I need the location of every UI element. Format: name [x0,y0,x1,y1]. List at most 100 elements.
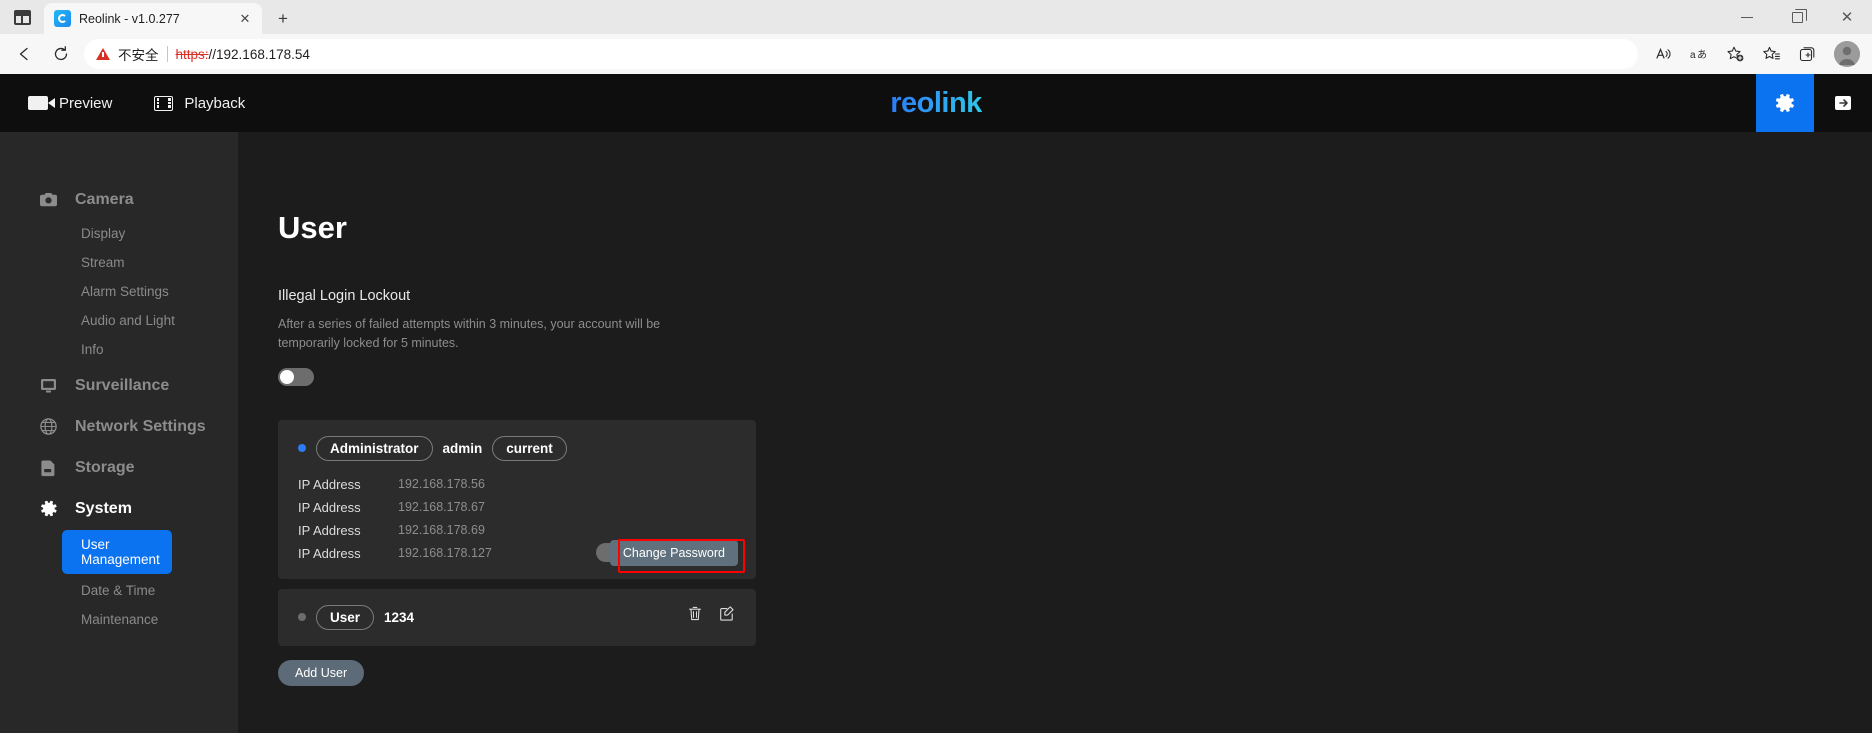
maximize-button[interactable] [1772,0,1822,34]
sidebar-group-storage: Storage [0,448,238,487]
app-header-right [1756,74,1872,132]
logout-arrow-icon [1835,96,1851,110]
close-window-icon: ✕ [1840,8,1854,26]
sidebar-item-alarm-settings[interactable]: Alarm Settings [0,277,238,306]
sidebar-item-user-management[interactable]: User Management [62,530,172,574]
add-user-button[interactable]: Add User [278,659,365,686]
close-icon[interactable]: ✕ [234,8,256,30]
main-content: User Illegal Login Lockout After a serie… [238,132,1872,733]
reolink-app: Preview Playback reolink Camera Display … [0,74,1872,733]
tab-title: Reolink - v1.0.277 [79,11,180,26]
url-scheme: https: [175,46,209,62]
change-password-area: Change Password [595,539,738,566]
sidebar-item-surveillance-label: Surveillance [75,376,170,394]
illegal-login-lockout-label: Illegal Login Lockout [278,288,411,304]
translate-icon: a あ [1690,49,1707,61]
profile-avatar[interactable] [1834,41,1860,67]
split-view-icon [13,9,31,25]
status-dot-offline [298,613,306,622]
sidebar-item-info[interactable]: Info [0,335,238,364]
nav-playback[interactable]: Playback [154,95,245,112]
app-header: Preview Playback reolink [0,74,1872,132]
maximize-icon [1791,8,1807,23]
ip-label: IP Address [298,522,361,538]
sidebar-item-storage[interactable]: Storage [0,448,238,487]
logout-button[interactable] [1814,74,1872,132]
app-body: Camera Display Stream Alarm Settings Aud… [0,132,1872,733]
browser-tab[interactable]: Reolink - v1.0.277 ✕ [44,3,262,34]
sidebar-item-network-settings[interactable]: Network Settings [0,407,238,446]
sidebar-item-camera-label: Camera [75,190,134,208]
gear-icon [1775,94,1794,112]
role-badge-administrator: Administrator [316,435,433,461]
url-host: //192.168.178.54 [208,46,310,62]
close-window-button[interactable]: ✕ [1822,0,1872,34]
page-title: User [278,210,347,245]
illegal-login-lockout-description: After a series of failed attempts within… [278,317,661,351]
edit-icon[interactable] [718,605,736,623]
user-list: Administrator admin current IP Address 1… [278,419,756,646]
minimize-button[interactable] [1722,0,1772,34]
nav-preview-label: Preview [59,94,113,112]
back-button[interactable] [8,38,42,70]
sidebar-item-stream[interactable]: Stream [0,248,238,277]
current-session-badge: current [492,435,567,461]
new-tab-button[interactable]: + [268,4,298,34]
sidebar-group-camera: Camera Display Stream Alarm Settings Aud… [0,180,238,364]
camera-icon [38,189,59,210]
tab-actions-button[interactable] [0,0,44,34]
ip-label: IP Address [298,499,361,515]
not-secure-warning-icon [96,48,110,60]
browser-navbar: 不安全 https://192.168.178.54 a あ [0,34,1872,74]
film-strip-icon [154,95,174,111]
sdcard-icon [38,457,59,478]
sidebar-item-storage-label: Storage [75,458,135,476]
minimize-icon [1741,16,1753,18]
settings-button[interactable] [1756,74,1814,132]
reolink-logo: reolink [0,74,1872,132]
globe-icon [38,416,59,437]
ip-value: 192.168.178.67 [398,500,485,515]
sidebar-item-display[interactable]: Display [0,219,238,248]
monitor-icon [38,375,59,396]
browser-toolbar-right: a あ [1646,38,1860,70]
trash-icon[interactable] [686,605,704,623]
role-badge-user: User [316,604,375,630]
url-text: https://192.168.178.54 [176,47,310,62]
favorites-icon [1762,46,1780,59]
svg-text:a: a [1690,50,1696,61]
security-warning-text: 不安全 [118,48,159,63]
address-bar[interactable]: 不安全 https://192.168.178.54 [84,39,1638,69]
change-password-button[interactable]: Change Password [609,539,738,566]
sidebar-item-date-and-time[interactable]: Date & Time [0,576,238,605]
username-admin: admin [442,440,483,456]
read-aloud-button[interactable] [1646,38,1680,70]
reload-icon [54,46,68,61]
toggle-knob [280,369,294,384]
sidebar-item-system[interactable]: System [0,489,238,528]
sidebar-item-audio-and-light[interactable]: Audio and Light [0,306,238,335]
ip-label: IP Address [298,476,361,492]
sidebar: Camera Display Stream Alarm Settings Aud… [0,132,238,733]
sidebar-group-system: System User Management Date & Time Maint… [0,489,238,634]
username-1234: 1234 [384,609,415,625]
add-favorite-button[interactable] [1718,38,1752,70]
translate-button[interactable]: a あ [1682,38,1716,70]
favorites-button[interactable] [1754,38,1788,70]
nav-preview[interactable]: Preview [28,95,112,112]
ip-row: IP Address 192.168.178.56 [298,473,736,496]
collections-button[interactable] [1790,38,1824,70]
ip-value: 192.168.178.69 [398,523,485,538]
reolink-favicon-icon [54,10,71,27]
user-card-administrator: Administrator admin current IP Address 1… [278,419,756,579]
reload-button[interactable] [44,38,78,70]
sidebar-item-camera[interactable]: Camera [0,180,238,219]
browser-titlebar: Reolink - v1.0.277 ✕ + ✕ [0,0,1872,34]
sidebar-item-maintenance[interactable]: Maintenance [0,605,238,634]
ip-row: IP Address 192.168.178.67 [298,496,736,519]
ip-value: 192.168.178.56 [398,477,485,492]
video-camera-icon [28,96,55,110]
read-aloud-icon [1655,47,1670,59]
illegal-login-lockout-toggle[interactable] [278,367,314,386]
sidebar-item-surveillance[interactable]: Surveillance [0,366,238,405]
